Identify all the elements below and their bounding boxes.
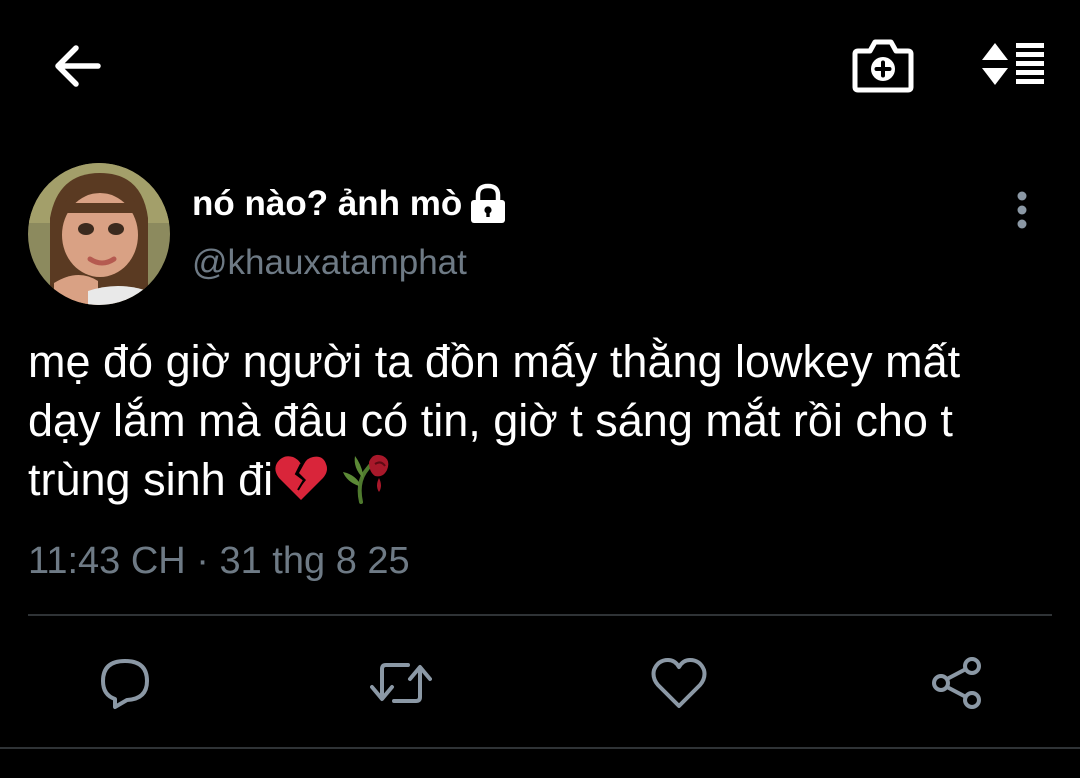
sort-list-icon [982,43,1044,85]
tweet-timestamp: 11:43 CH · 31 thg 8 25 [28,540,410,582]
wilted-rose-icon [343,454,389,504]
display-name-text: nó nào? ảnh mò [192,184,463,223]
tweet-line-text: trùng sinh đi [28,454,274,505]
retweet-button[interactable] [368,650,434,716]
like-button[interactable] [646,650,712,716]
broken-heart-icon [275,456,328,500]
tweet-text: mẹ đó giờ người ta đồn mấy thằng lowkey … [28,332,1058,509]
display-name[interactable]: nó nào? ảnh mò [192,180,508,228]
tweet-line-last: trùng sinh đi💔🥀 [28,450,1058,509]
divider [0,747,1080,749]
retweet-icon [370,663,432,703]
more-options-button[interactable] [1004,188,1040,232]
reply-icon [101,659,149,709]
avatar-image [28,163,170,305]
share-button[interactable] [924,650,990,716]
share-icon [932,657,981,709]
tweet-line: dạy lắm mà đâu có tin, giờ t sáng mắt rồ… [28,395,953,446]
camera-plus-icon [852,39,914,93]
heart-icon [651,658,707,708]
divider [28,614,1052,616]
sort-button[interactable] [972,34,1052,96]
arrow-left-icon [55,45,101,87]
reply-button[interactable] [92,650,158,716]
top-app-bar [0,0,1080,130]
tweet-line: mẹ đó giờ người ta đồn mấy thằng lowkey … [28,336,961,387]
lock-icon [471,183,506,223]
more-vertical-icon [1017,191,1027,229]
username-handle[interactable]: @khauxatamphat [192,243,467,283]
camera-button[interactable] [848,34,918,96]
back-button[interactable] [44,36,110,96]
avatar[interactable] [28,163,170,305]
